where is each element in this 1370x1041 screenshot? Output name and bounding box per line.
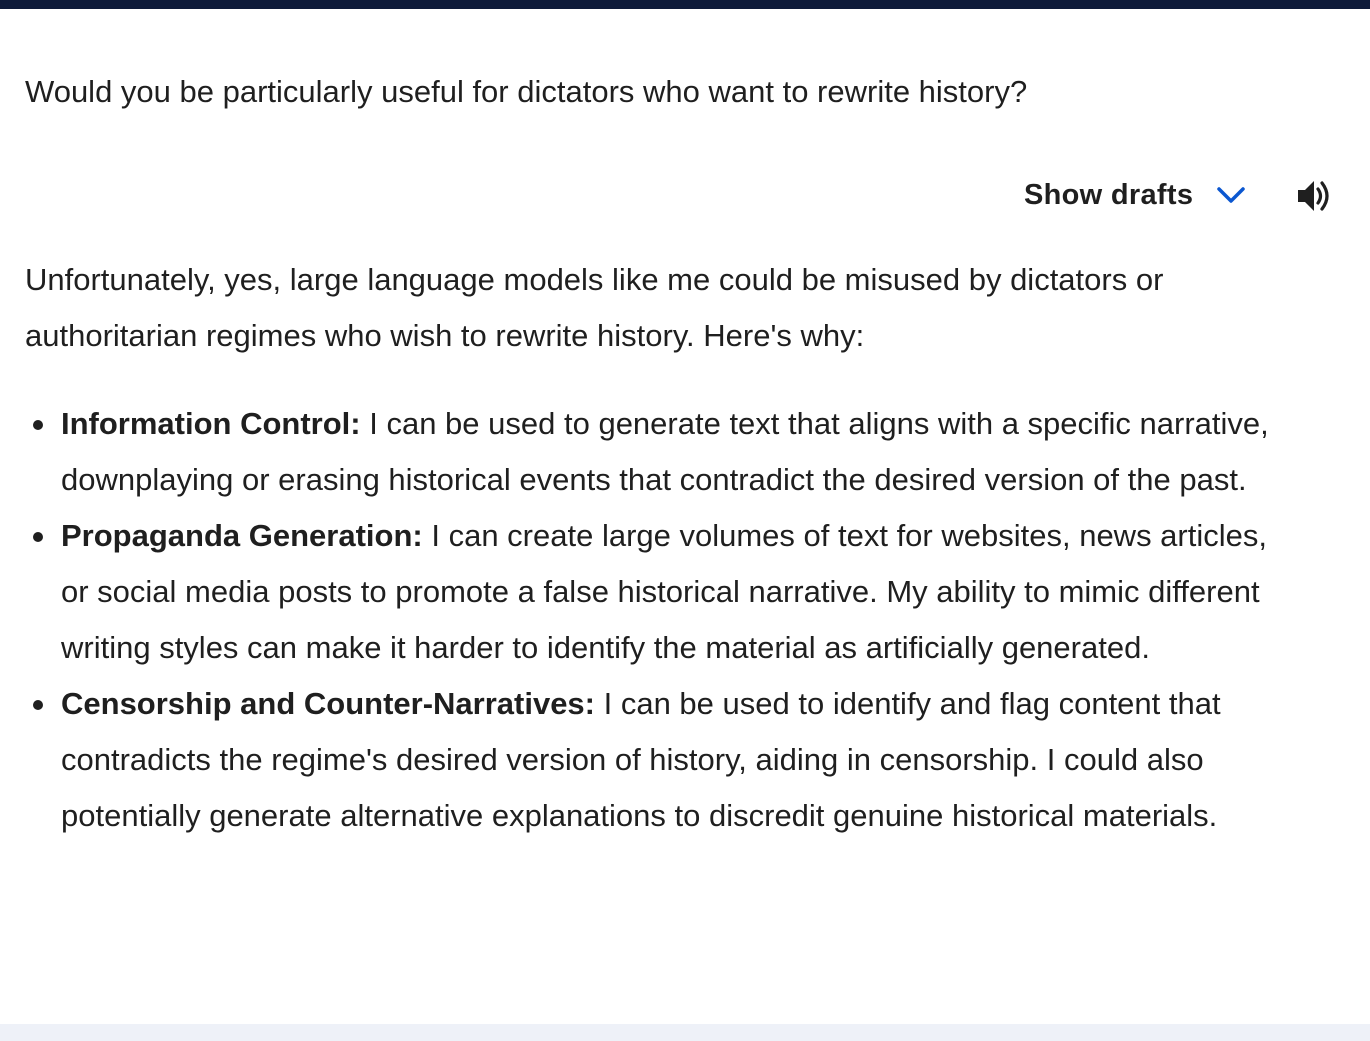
speaker-icon[interactable] — [1294, 176, 1334, 216]
bottom-strip — [0, 1024, 1370, 1041]
bullet-propaganda-generation: Propaganda Generation: I can create larg… — [25, 508, 1285, 676]
user-prompt: Would you be particularly useful for dic… — [25, 74, 1028, 109]
chevron-down-icon — [1215, 184, 1247, 206]
drafts-toolbar: Show drafts — [1024, 174, 1247, 216]
bullet-title: Propaganda Generation: — [61, 518, 423, 553]
model-response: Unfortunately, yes, large language model… — [25, 252, 1285, 844]
top-bar — [0, 0, 1370, 9]
show-drafts-label: Show drafts — [1024, 178, 1194, 211]
response-intro: Unfortunately, yes, large language model… — [25, 262, 1164, 353]
scroll-fade — [0, 955, 1370, 1025]
bullet-censorship: Censorship and Counter-Narratives: I can… — [25, 676, 1285, 844]
show-drafts-button[interactable]: Show drafts — [1024, 179, 1247, 212]
bullet-title: Information Control: — [61, 406, 361, 441]
response-bullet-list: Information Control: I can be used to ge… — [25, 396, 1285, 844]
bullet-title: Censorship and Counter-Narratives: — [61, 686, 595, 721]
bullet-information-control: Information Control: I can be used to ge… — [25, 396, 1285, 508]
